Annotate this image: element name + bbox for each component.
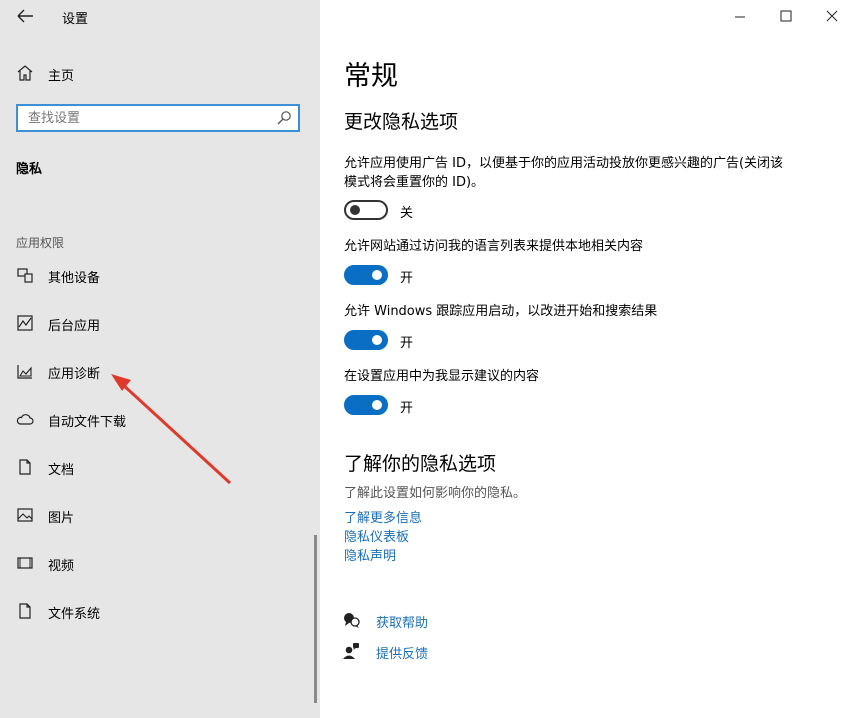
toggle-switch[interactable] xyxy=(344,330,388,350)
minimize-button[interactable] xyxy=(720,2,760,30)
sidebar-item-other-devices[interactable]: 其他设备 xyxy=(0,257,300,293)
section-title: 更改隐私选项 xyxy=(344,107,458,134)
sidebar-item-home[interactable]: 主页 xyxy=(0,56,320,90)
toggle-state: 开 xyxy=(400,332,413,351)
sidebar-item-label: 自动文件下载 xyxy=(48,411,126,430)
sidebar-item-label: 应用诊断 xyxy=(48,363,100,382)
learn-section-description: 了解此设置如何影响你的隐私。 xyxy=(344,482,526,501)
learn-more-link[interactable]: 了解更多信息 xyxy=(344,507,422,526)
sidebar-item-pictures[interactable]: 图片 xyxy=(0,497,300,533)
close-button[interactable] xyxy=(812,2,852,30)
toggle-switch[interactable] xyxy=(344,395,388,415)
document-icon xyxy=(16,458,34,476)
toggle-switch[interactable] xyxy=(344,265,388,285)
app-title: 设置 xyxy=(62,8,88,27)
toggle-state: 开 xyxy=(400,397,413,416)
other-devices-icon xyxy=(16,266,34,284)
toggle-knob xyxy=(350,205,360,215)
feedback-person-icon xyxy=(342,642,360,660)
sidebar-item-label: 图片 xyxy=(48,507,74,526)
sidebar-item-label: 其他设备 xyxy=(48,267,100,286)
sidebar-item-label: 视频 xyxy=(48,555,74,574)
home-icon xyxy=(16,64,34,82)
search-box[interactable] xyxy=(16,104,300,132)
maximize-icon xyxy=(766,2,806,30)
back-arrow-icon xyxy=(14,5,38,27)
sidebar-item-background-apps[interactable]: 后台应用 xyxy=(0,305,300,341)
search-input[interactable] xyxy=(18,106,278,130)
get-help-label: 获取帮助 xyxy=(376,612,428,631)
sidebar-item-label: 后台应用 xyxy=(48,315,100,334)
current-section-heading: 隐私 xyxy=(16,158,42,177)
sidebar-item-auto-file-download[interactable]: 自动文件下载 xyxy=(0,401,300,437)
app-diagnostics-icon xyxy=(16,362,34,380)
toggle-knob xyxy=(372,270,382,280)
help-chat-icon xyxy=(342,611,360,629)
cloud-icon xyxy=(16,410,34,428)
privacy-dashboard-link[interactable]: 隐私仪表板 xyxy=(344,526,409,545)
page-title: 常规 xyxy=(344,54,398,93)
sidebar-item-app-diagnostics[interactable]: 应用诊断 xyxy=(0,353,300,389)
get-help-link[interactable]: 获取帮助 xyxy=(342,609,542,631)
toggle-suggested-content[interactable]: 开 xyxy=(344,395,544,417)
sidebar-item-videos[interactable]: 视频 xyxy=(0,545,300,581)
option-description: 在设置应用中为我显示建议的内容 xyxy=(344,367,784,386)
toggle-knob xyxy=(372,335,382,345)
sidebar-item-documents[interactable]: 文档 xyxy=(0,449,300,485)
group-header: 应用权限 xyxy=(16,234,64,251)
search-icon[interactable] xyxy=(276,110,292,126)
video-icon xyxy=(16,554,34,572)
toggle-track-app-launches[interactable]: 开 xyxy=(344,330,544,352)
sidebar-item-label: 文件系统 xyxy=(48,603,100,622)
sidebar-scrollbar[interactable] xyxy=(314,535,317,703)
option-description: 允许应用使用广告 ID，以便基于你的应用活动投放你更感兴趣的广告(关闭该模式将会… xyxy=(344,154,784,192)
toggle-advertising-id[interactable]: 关 xyxy=(344,200,544,222)
feedback-link[interactable]: 提供反馈 xyxy=(342,640,542,662)
back-button[interactable] xyxy=(14,5,38,27)
close-icon xyxy=(812,2,852,30)
toggle-state: 开 xyxy=(400,267,413,286)
sidebar: 设置 主页 隐私 应用权限 其他设备 后台应用 应用诊断 xyxy=(0,0,320,718)
sidebar-item-label: 主页 xyxy=(48,65,74,84)
minimize-icon xyxy=(720,2,760,30)
file-system-icon xyxy=(16,602,34,620)
toggle-state: 关 xyxy=(400,202,413,221)
sidebar-item-file-system[interactable]: 文件系统 xyxy=(0,593,300,629)
option-description: 允许网站通过访问我的语言列表来提供本地相关内容 xyxy=(344,237,784,256)
privacy-statement-link[interactable]: 隐私声明 xyxy=(344,545,396,564)
feedback-label: 提供反馈 xyxy=(376,643,428,662)
learn-section-title: 了解你的隐私选项 xyxy=(344,449,496,476)
picture-icon xyxy=(16,506,34,524)
maximize-button[interactable] xyxy=(766,2,806,30)
toggle-language-list[interactable]: 开 xyxy=(344,265,544,287)
sidebar-item-label: 文档 xyxy=(48,459,74,478)
background-apps-icon xyxy=(16,314,34,332)
option-description: 允许 Windows 跟踪应用启动，以改进开始和搜索结果 xyxy=(344,302,784,321)
toggle-switch[interactable] xyxy=(344,200,388,220)
main-panel: 常规 更改隐私选项 允许应用使用广告 ID，以便基于你的应用活动投放你更感兴趣的… xyxy=(320,0,855,718)
toggle-knob xyxy=(372,400,382,410)
